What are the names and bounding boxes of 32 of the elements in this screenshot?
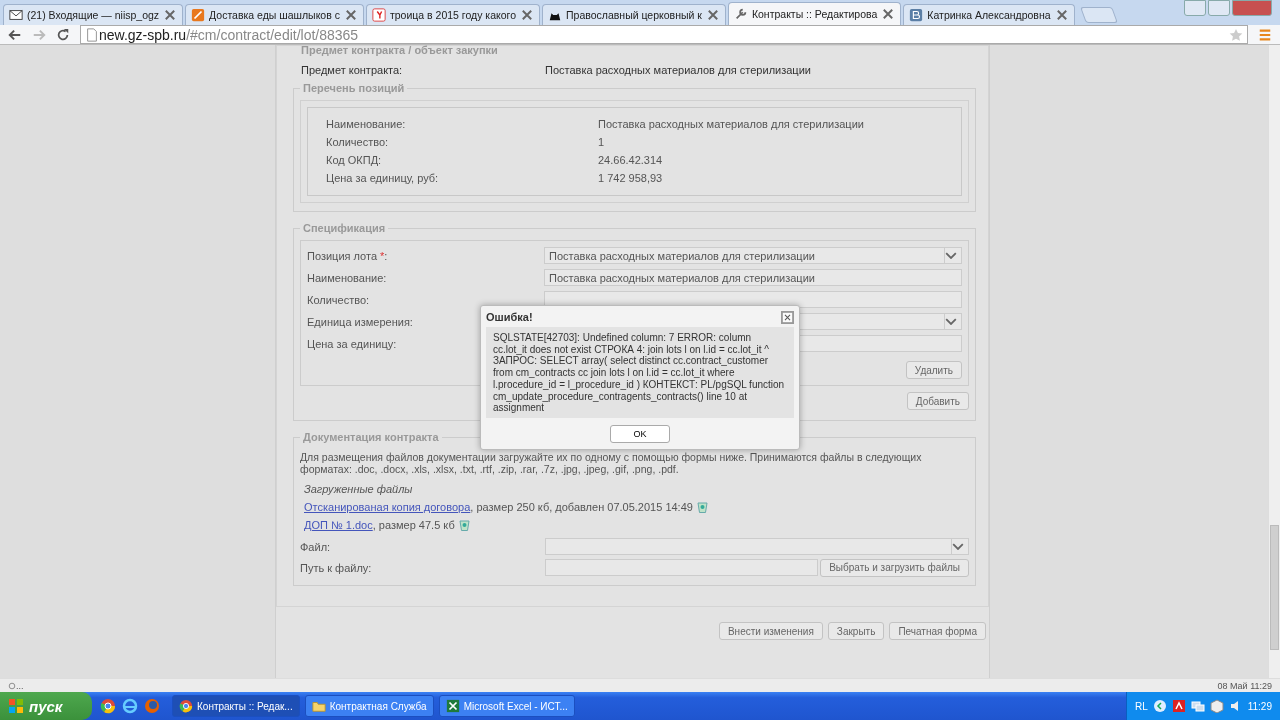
- field-label: Единица измерения:: [307, 315, 413, 328]
- dialog-title: Ошибка!: [486, 311, 533, 323]
- clock: 11:29: [1247, 700, 1272, 712]
- fieldset-legend: Спецификация: [300, 222, 389, 234]
- url-path: /#cm/contract/edit/lot/88365: [186, 26, 359, 43]
- fieldset-legend: Перечень позиций: [300, 82, 408, 94]
- field-label: Цена за единицу:: [307, 337, 397, 350]
- section-title: Предмет контракта / объект закупки: [300, 46, 499, 56]
- field-label: Путь к файлу:: [300, 561, 373, 574]
- file-details: , размер 250 кб, добавлен 07.05.2015 14:49: [470, 501, 693, 513]
- field-label: Наименование:: [326, 118, 407, 131]
- status-date: 08 Май 11:29: [1217, 680, 1272, 691]
- field-label: Файл:: [300, 540, 332, 553]
- field-value: Поставка расходных материалов для стерилизации: [598, 118, 864, 131]
- description-text: Для размещения файлов документации загружайте их по одному с помощью формы ниже. Принимаются файлы в следующих форматах: .doc, .docx, .xls, .xlsx, .txt, .rtf, .zip, .rar, .7z, .jpg, .jpeg, .gif, .png, .pdf.: [300, 451, 923, 475]
- fieldset-legend: Документация контракта: [300, 431, 442, 443]
- field-label: Код ОКПД:: [326, 154, 383, 167]
- field-value: Поставка расходных материалов для стерилизации: [545, 64, 811, 76]
- error-message: SQLSTATE[42703]: Undefined column: 7 ERROR: column cc.lot_it does not exist СТРОКА 4: join lots l on l.id = cc.lot_it ^ ЗАПРОС: SELECT array( select distinct cc.contract_customer from cm_contracts cc join lots l on l.id = cc.lot_it where l.procedure_id = l_procedure_id ) КОНТЕКСТ: PL/pgSQL function cm_update_procedure_contragents_contracts() line 10 at assignment: [486, 327, 794, 418]
- subheading: Загруженные файлы: [304, 483, 414, 495]
- status-text: ...: [16, 680, 24, 691]
- field-label: Цена за единицу, руб:: [326, 172, 440, 185]
- file-details: , размер 47.5 кб: [372, 519, 455, 531]
- field-label: Количество:: [307, 293, 370, 306]
- field-value: 1 742 958,93: [598, 172, 663, 185]
- field-label: Количество:: [326, 136, 390, 149]
- field-label: Предмет контракта:: [301, 64, 404, 76]
- field-value: 1: [598, 136, 605, 149]
- field-label: Позиция лота *:: [307, 249, 388, 262]
- field-label: Наименование:: [307, 271, 387, 284]
- field-value: 24.66.42.314: [598, 154, 663, 167]
- url-host: new.gz-spb.ru: [99, 26, 187, 43]
